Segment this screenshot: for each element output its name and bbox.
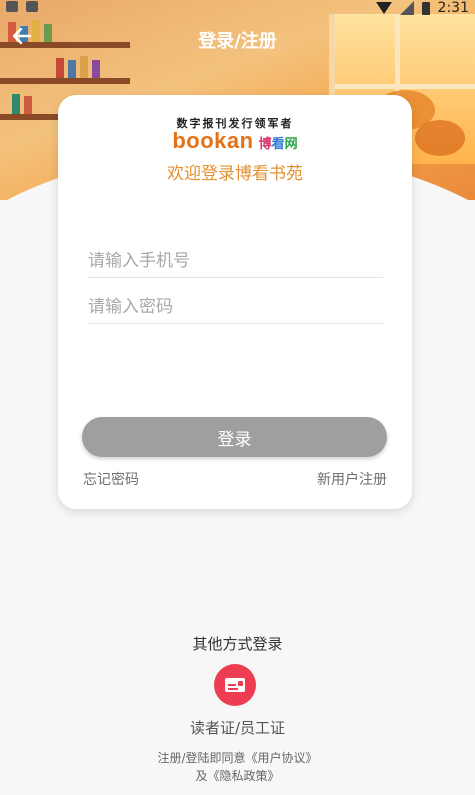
agreement-line[interactable]: 及《隐私政策》 <box>0 767 475 785</box>
page-title: 登录/注册 <box>198 31 277 52</box>
login-button[interactable]: 登录 <box>82 417 387 457</box>
password-input[interactable] <box>88 291 383 324</box>
foliage <box>415 120 465 156</box>
battery-icon <box>421 1 430 15</box>
window-frame <box>335 84 475 89</box>
signal-icon <box>399 1 414 15</box>
wifi-icon <box>375 2 392 14</box>
logo-text: bookan <box>172 128 254 153</box>
register-link[interactable]: 新用户注册 <box>317 469 387 489</box>
book <box>24 96 32 114</box>
book <box>56 58 64 78</box>
logo-chinese: 博看网 <box>259 137 298 152</box>
status-time: 2:31 <box>437 0 469 16</box>
image-notification-icon <box>26 1 38 12</box>
forgot-password-link[interactable]: 忘记密码 <box>83 469 139 489</box>
book <box>68 60 76 78</box>
other-login-title: 其他方式登录 <box>192 635 283 653</box>
status-indicators: 2:31 <box>375 0 469 16</box>
id-card-icon <box>225 678 245 692</box>
agreement-line[interactable]: 注册/登陆即同意《用户协议》 <box>0 749 475 767</box>
bookshelf <box>0 78 130 84</box>
agreement-text[interactable]: 注册/登陆即同意《用户协议》 及《隐私政策》 <box>0 749 475 785</box>
phone-input[interactable] <box>88 245 383 278</box>
card-login-button[interactable] <box>214 664 256 706</box>
notification-icon <box>6 1 18 12</box>
welcome-text: 欢迎登录博看书苑 <box>167 164 303 184</box>
book <box>80 56 88 78</box>
book <box>92 60 100 78</box>
book <box>12 94 20 114</box>
brand-logo: bookan 博看网 <box>58 128 412 154</box>
status-bar: 2:31 <box>0 0 475 16</box>
logo-char: 网 <box>284 137 298 152</box>
login-card: 数字报刊发行领军者 bookan 博看网 欢迎登录博看书苑 登录 忘记密码 新用… <box>58 95 412 509</box>
status-notifications <box>6 1 38 12</box>
logo-char: 看 <box>271 137 285 152</box>
logo-char: 博 <box>258 137 272 152</box>
card-login-label: 读者证/员工证 <box>189 719 286 737</box>
